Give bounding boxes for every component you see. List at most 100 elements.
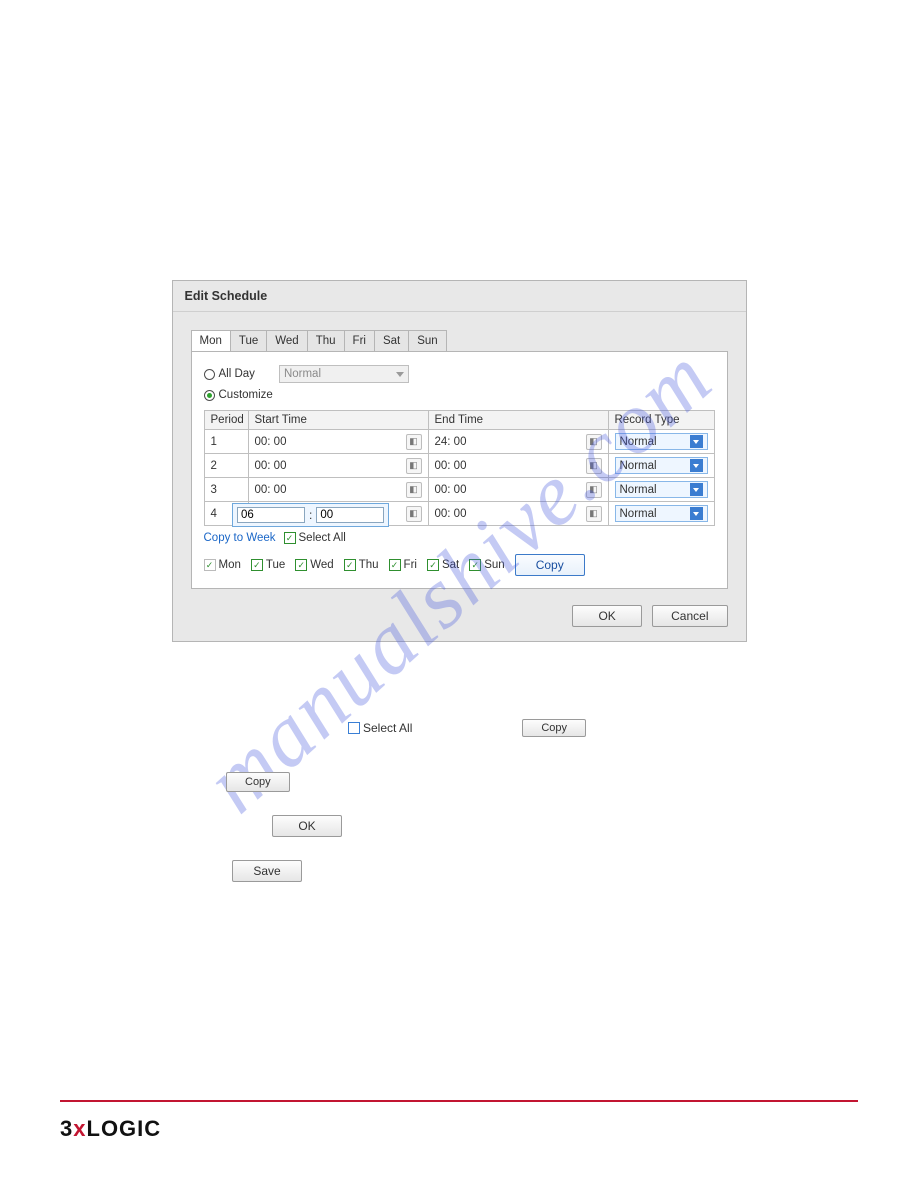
tab-panel: All Day Normal Customize	[191, 352, 728, 589]
brand-logo: 3xLOGIC	[60, 1116, 161, 1142]
time-picker-icon[interactable]: ◧	[586, 506, 602, 522]
time-picker-icon[interactable]: ◧	[406, 434, 422, 450]
brand-x: x	[73, 1116, 86, 1141]
day-label: Fri	[404, 559, 417, 571]
radio-dot-icon	[204, 390, 215, 401]
checkbox-icon	[284, 532, 296, 544]
cell-end[interactable]: 00: 00	[435, 460, 467, 472]
copy-button[interactable]: Copy	[515, 554, 585, 576]
chevron-down-icon	[396, 372, 404, 377]
chevron-down-icon	[690, 435, 703, 448]
th-period: Period	[204, 411, 248, 430]
time-picker-icon[interactable]: ◧	[406, 506, 422, 522]
select-all-checkbox-standalone[interactable]: Select All	[348, 721, 412, 735]
select-all-label: Select All	[299, 532, 346, 544]
radio-dot-icon	[204, 369, 215, 380]
select-all-checkbox[interactable]: Select All	[284, 532, 346, 544]
th-end: End Time	[428, 411, 608, 430]
checkbox-icon	[251, 559, 263, 571]
time-picker-icon[interactable]: ◧	[586, 458, 602, 474]
copy-button-standalone[interactable]: Copy	[522, 719, 586, 737]
tab-thu[interactable]: Thu	[307, 330, 345, 351]
radio-customize[interactable]: Customize	[204, 389, 273, 401]
minute-input[interactable]	[316, 507, 384, 523]
save-button-standalone[interactable]: Save	[232, 860, 302, 882]
all-day-type-value: Normal	[284, 368, 321, 380]
cell-period: 2	[204, 454, 248, 478]
checkbox-icon	[389, 559, 401, 571]
record-type-select[interactable]: Normal	[615, 433, 708, 450]
record-type-select[interactable]: Normal	[615, 505, 708, 522]
record-type-select[interactable]: Normal	[615, 481, 708, 498]
record-type-value: Normal	[620, 484, 657, 496]
dialog-title: Edit Schedule	[173, 281, 746, 312]
time-sep: :	[309, 508, 312, 522]
radio-all-day[interactable]: All Day	[204, 368, 255, 380]
record-type-select[interactable]: Normal	[615, 457, 708, 474]
th-start: Start Time	[248, 411, 428, 430]
chevron-down-icon	[690, 507, 703, 520]
checkbox-icon	[295, 559, 307, 571]
day-check-tue[interactable]: Tue	[251, 559, 285, 571]
record-type-value: Normal	[620, 460, 657, 472]
day-check-thu[interactable]: Thu	[344, 559, 379, 571]
chevron-down-icon	[690, 459, 703, 472]
all-day-type-select: Normal	[279, 365, 409, 383]
day-tabs: Mon Tue Wed Thu Fri Sat Sun	[191, 330, 728, 352]
tab-fri[interactable]: Fri	[344, 330, 375, 351]
day-check-sat[interactable]: Sat	[427, 559, 459, 571]
table-row: 1 00: 00 ◧ 24: 00 ◧ Normal	[204, 430, 714, 454]
day-label: Tue	[266, 559, 285, 571]
ok-button[interactable]: OK	[572, 605, 642, 627]
cancel-button[interactable]: Cancel	[652, 605, 727, 627]
time-picker-icon[interactable]: ◧	[586, 482, 602, 498]
checkbox-icon	[344, 559, 356, 571]
cell-period: 1	[204, 430, 248, 454]
record-type-value: Normal	[620, 508, 657, 520]
day-check-mon[interactable]: Mon	[204, 559, 241, 571]
hour-input[interactable]	[237, 507, 305, 523]
th-type: Record Type	[608, 411, 714, 430]
day-label: Wed	[310, 559, 333, 571]
checkbox-icon	[204, 559, 216, 571]
cell-period: 3	[204, 478, 248, 502]
cell-start[interactable]: 00: 00	[255, 484, 287, 496]
ok-button-standalone[interactable]: OK	[272, 815, 342, 837]
tab-tue[interactable]: Tue	[230, 330, 267, 351]
edit-schedule-dialog: Edit Schedule Mon Tue Wed Thu Fri Sat Su…	[172, 280, 747, 642]
day-label: Sat	[442, 559, 459, 571]
radio-customize-label: Customize	[219, 389, 273, 401]
time-editor-popup[interactable]: :	[232, 503, 389, 527]
radio-all-day-label: All Day	[219, 368, 255, 380]
time-picker-icon[interactable]: ◧	[406, 482, 422, 498]
cell-end[interactable]: 00: 00	[435, 484, 467, 496]
tab-sat[interactable]: Sat	[374, 330, 409, 351]
day-check-wed[interactable]: Wed	[295, 559, 333, 571]
brand-post: LOGIC	[87, 1116, 162, 1141]
table-row: 2 00: 00 ◧ 00: 00 ◧ Normal	[204, 454, 714, 478]
brand-pre: 3	[60, 1116, 73, 1141]
copy-button-standalone[interactable]: Copy	[226, 772, 290, 792]
day-label: Mon	[219, 559, 241, 571]
time-picker-icon[interactable]: ◧	[406, 458, 422, 474]
cell-start[interactable]: 00: 00	[255, 460, 287, 472]
cell-end[interactable]: 00: 00	[435, 508, 467, 520]
checkbox-icon	[469, 559, 481, 571]
record-type-value: Normal	[620, 436, 657, 448]
footer-divider	[60, 1100, 858, 1102]
tab-sun[interactable]: Sun	[408, 330, 446, 351]
checkbox-icon	[427, 559, 439, 571]
cell-end[interactable]: 24: 00	[435, 436, 467, 448]
table-header-row: Period Start Time End Time Record Type	[204, 411, 714, 430]
copy-to-week-link[interactable]: Copy to Week	[204, 532, 276, 544]
tab-mon[interactable]: Mon	[191, 330, 231, 351]
chevron-down-icon	[690, 483, 703, 496]
cell-start[interactable]: 00: 00	[255, 436, 287, 448]
table-row: 3 00: 00 ◧ 00: 00 ◧ Normal	[204, 478, 714, 502]
day-check-fri[interactable]: Fri	[389, 559, 417, 571]
day-label: Sun	[484, 559, 504, 571]
tab-wed[interactable]: Wed	[266, 330, 307, 351]
select-all-label: Select All	[363, 721, 412, 735]
time-picker-icon[interactable]: ◧	[586, 434, 602, 450]
day-check-sun[interactable]: Sun	[469, 559, 504, 571]
